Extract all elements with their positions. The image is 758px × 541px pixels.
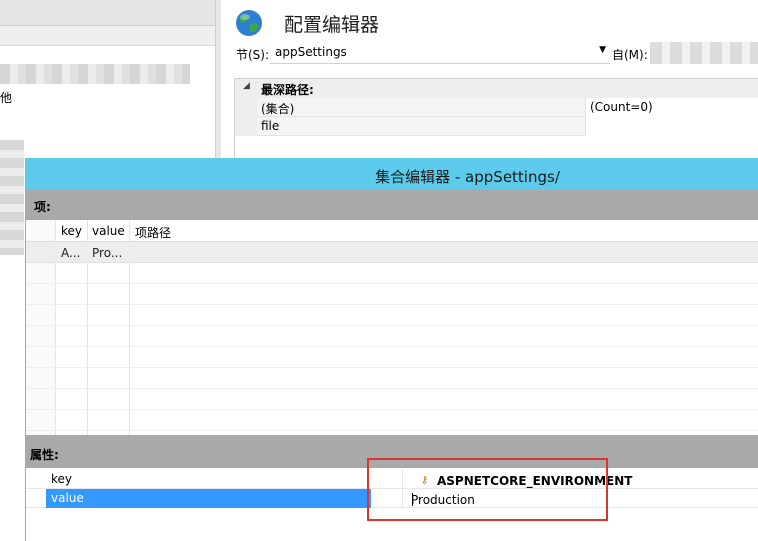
empty-row xyxy=(26,389,758,410)
column-header-path[interactable]: 项路径 xyxy=(135,224,171,241)
empty-row xyxy=(26,305,758,326)
items-grid-header: key value 项路径 xyxy=(26,220,758,242)
items-section-label: 项: xyxy=(34,200,51,214)
property-value-text: (Count=0) xyxy=(590,100,653,114)
property-name: value xyxy=(51,491,84,505)
blurred-text xyxy=(0,140,24,255)
column-header-value[interactable]: value xyxy=(92,224,125,238)
empty-row xyxy=(26,410,758,431)
property-name: key xyxy=(51,472,73,486)
property-name: (集合) xyxy=(261,102,295,116)
items-grid[interactable]: key value 项路径 A... Pro... xyxy=(26,220,758,435)
row-gutter xyxy=(235,98,257,117)
cell-value: Pro... xyxy=(92,246,123,260)
property-name-cell[interactable]: key xyxy=(46,470,371,489)
empty-row xyxy=(26,284,758,305)
property-row[interactable]: file xyxy=(235,117,758,136)
dropdown-arrow-icon[interactable]: ▼ xyxy=(599,45,606,55)
empty-row xyxy=(26,263,758,284)
pane-splitter[interactable] xyxy=(215,0,221,161)
empty-row xyxy=(26,368,758,389)
properties-section-label: 属性: xyxy=(30,448,59,462)
empty-row xyxy=(26,326,758,347)
column-header-key[interactable]: key xyxy=(61,224,82,238)
expander-icon[interactable]: ◢ xyxy=(243,81,250,91)
items-section-header: 项: xyxy=(26,190,758,220)
annotation-highlight-box xyxy=(367,458,608,521)
left-pane-toolbar xyxy=(0,0,215,26)
property-value[interactable] xyxy=(585,117,758,136)
left-pane-text: 他 xyxy=(0,91,13,105)
section-label: 节(S): xyxy=(236,48,270,62)
blurred-text xyxy=(0,64,190,84)
dialog-title: 集合编辑器 - appSettings/ xyxy=(375,168,560,186)
property-value[interactable]: (Count=0) xyxy=(585,98,758,117)
property-group-header[interactable]: ◢ 最深路径: xyxy=(235,79,758,98)
property-name: file xyxy=(261,119,280,133)
page-title: 配置编辑器 xyxy=(284,14,380,36)
from-dropdown[interactable] xyxy=(650,42,758,64)
empty-row xyxy=(26,347,758,368)
dialog-titlebar[interactable]: 集合编辑器 - appSettings/ xyxy=(26,158,758,190)
row-gutter xyxy=(235,117,257,136)
globe-icon xyxy=(236,10,262,36)
from-label: 自(M): xyxy=(612,48,648,62)
property-name-cell[interactable]: value xyxy=(46,489,371,508)
property-row[interactable]: (集合) (Count=0) xyxy=(235,98,758,117)
cell-key: A... xyxy=(61,246,81,260)
config-property-grid: ◢ 最深路径: (集合) (Count=0) file xyxy=(234,78,758,160)
left-pane-subbar xyxy=(0,26,215,46)
section-dropdown-value: appSettings xyxy=(275,45,347,59)
section-dropdown[interactable]: appSettings ▼ xyxy=(270,42,610,64)
property-group-label: 最深路径: xyxy=(261,83,314,97)
table-row[interactable]: A... Pro... xyxy=(26,242,758,263)
